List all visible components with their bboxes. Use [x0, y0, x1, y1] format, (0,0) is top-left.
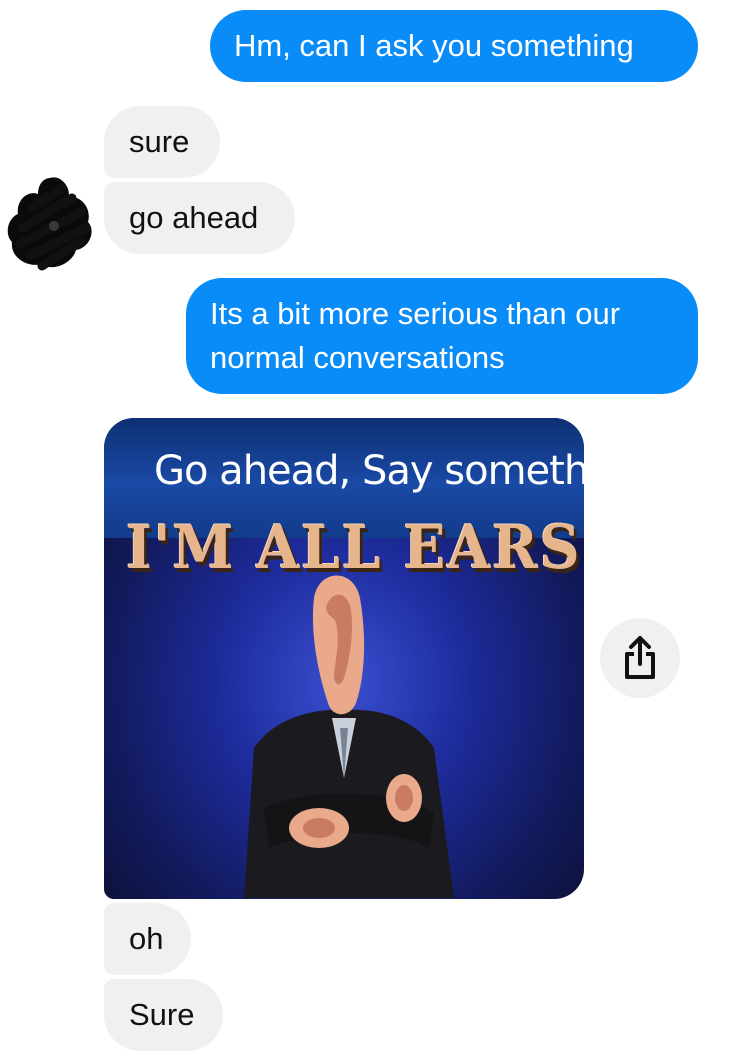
message-text: go ahead: [129, 200, 259, 235]
message-text: Hm, can I ask you something: [234, 28, 634, 63]
message-incoming[interactable]: Sure: [104, 979, 223, 1051]
share-icon: [625, 636, 655, 679]
message-incoming[interactable]: go ahead: [104, 182, 295, 254]
message-text: Its a bit more serious than our normal c…: [210, 296, 621, 375]
message-incoming[interactable]: oh: [104, 903, 191, 975]
avatar[interactable]: [2, 168, 98, 274]
share-button[interactable]: [600, 618, 680, 698]
ear-man-figure: [244, 575, 454, 898]
avatar-scribble: [7, 177, 92, 271]
message-text: Sure: [129, 997, 195, 1032]
image-message[interactable]: Go ahead, Say something I'M ALL EARS: [104, 418, 584, 899]
message-text: sure: [129, 124, 190, 159]
message-outgoing[interactable]: Hm, can I ask you something: [210, 10, 698, 82]
message-text: oh: [129, 921, 164, 956]
message-outgoing[interactable]: Its a bit more serious than our normal c…: [186, 278, 698, 394]
message-incoming[interactable]: sure: [104, 106, 220, 178]
